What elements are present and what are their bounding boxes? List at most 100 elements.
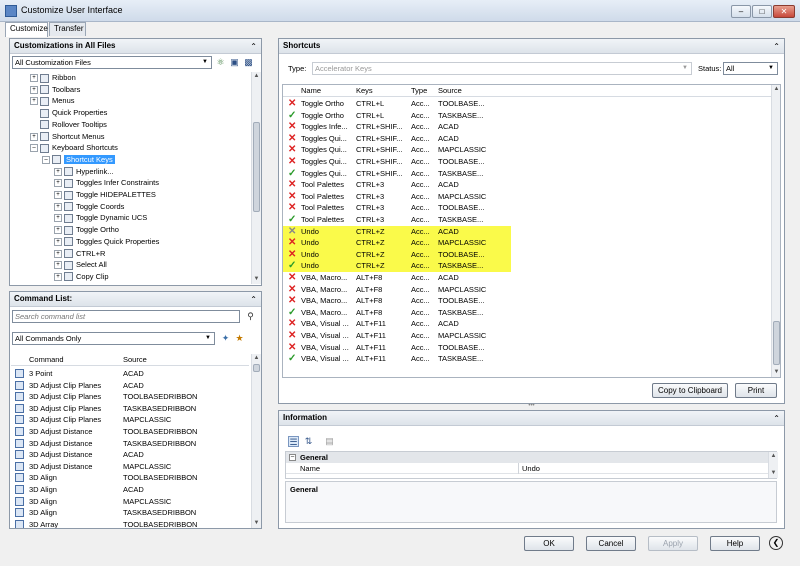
tree-item[interactable]: + Toggle Coords <box>54 201 124 213</box>
tree-item[interactable]: Rollover Tooltips <box>30 119 107 131</box>
column-type[interactable]: Type <box>411 85 427 97</box>
column-source[interactable]: Source <box>123 354 147 366</box>
scroll-down-icon[interactable]: ▼ <box>772 368 780 377</box>
shortcut-row[interactable]: ✕ Tool Palettes CTRL+3 Acc... ACAD <box>283 179 771 191</box>
expand-icon[interactable]: + <box>54 226 62 235</box>
status-combo[interactable]: All ▼ <box>723 62 778 75</box>
expand-icon[interactable]: + <box>54 167 62 176</box>
save-icon[interactable]: ▣ <box>229 57 240 68</box>
command-row[interactable]: 3D Align MAPCLASSIC <box>11 496 249 508</box>
property-scrollbar[interactable]: ▲ ▼ <box>768 452 778 478</box>
command-row[interactable]: 3D Adjust Distance MAPCLASSIC <box>11 461 249 473</box>
tab-customize[interactable]: Customize <box>5 22 48 37</box>
tree-scrollbar[interactable]: ▲ ▼ <box>251 72 261 284</box>
tree-item[interactable]: + Menus <box>30 95 75 107</box>
collapse-node-icon[interactable]: – <box>42 155 50 164</box>
scroll-up-icon[interactable]: ▲ <box>252 72 261 81</box>
command-scroll-thumb[interactable] <box>253 364 260 372</box>
tree-item[interactable]: + Toggle Ortho <box>54 224 119 236</box>
shortcut-row[interactable]: ✓ Undo CTRL+Z Acc... TASKBASE... <box>283 260 511 272</box>
collapse-icon[interactable]: ⌃ <box>773 40 780 54</box>
tab-transfer[interactable]: Transfer <box>49 22 86 36</box>
expand-icon[interactable]: + <box>54 179 62 188</box>
command-row[interactable]: 3 Point ACAD <box>11 368 249 380</box>
command-row[interactable]: 3D Adjust Distance ACAD <box>11 449 249 461</box>
command-row[interactable]: 3D Adjust Distance TASKBASEDRIBBON <box>11 438 249 450</box>
command-scrollbar[interactable]: ▲ ▼ <box>251 354 261 528</box>
shortcut-row[interactable]: ✕ VBA, Visual ... ALT+F11 Acc... TOOLBASE... <box>283 342 771 354</box>
scroll-down-icon[interactable]: ▼ <box>252 275 261 284</box>
collapse-section-icon[interactable]: – <box>289 454 296 461</box>
command-row[interactable]: 3D Align ACAD <box>11 484 249 496</box>
shortcut-row[interactable]: ✕ VBA, Macro... ALT+F8 Acc... TOOLBASE... <box>283 295 771 307</box>
tree-scroll-thumb[interactable] <box>253 122 260 212</box>
column-keys[interactable]: Keys <box>356 85 373 97</box>
preview-icon[interactable]: ▩ <box>243 57 254 68</box>
column-source[interactable]: Source <box>438 85 462 97</box>
shortcut-row[interactable]: ✓ VBA, Visual ... ALT+F11 Acc... TASKBASE... <box>283 353 771 365</box>
tree-item[interactable]: Quick Properties <box>30 107 107 119</box>
cancel-button[interactable]: Cancel <box>586 536 636 551</box>
scroll-down-icon[interactable]: ▼ <box>769 469 778 478</box>
command-row[interactable]: 3D Adjust Clip Planes MAPCLASSIC <box>11 414 249 426</box>
customization-file-combo[interactable]: All Customization Files ▼ <box>12 56 212 69</box>
tree-item[interactable]: – Keyboard Shortcuts <box>30 142 118 154</box>
collapse-icon[interactable]: ⌃ <box>250 293 257 307</box>
print-button[interactable]: Print <box>735 383 777 398</box>
shortcut-row[interactable]: ✓ Toggles Qui... CTRL+SHIF... Acc... TASKBAS… <box>283 168 771 180</box>
shortcut-row[interactable]: ✓ Tool Palettes CTRL+3 Acc... TASKBASE... <box>283 214 771 226</box>
scroll-up-icon[interactable]: ▲ <box>769 452 778 461</box>
shortcut-row[interactable]: ✕ Toggles Infe... CTRL+SHIF... Acc... ACAD <box>283 121 771 133</box>
expand-icon[interactable]: + <box>54 249 62 258</box>
shortcut-row[interactable]: ✕ Toggles Qui... CTRL+SHIF... Acc... ACAD <box>283 133 771 145</box>
command-row[interactable]: 3D Adjust Distance TOOLBASEDRIBBON <box>11 426 249 438</box>
shortcut-row[interactable]: ✓ VBA, Macro... ALT+F8 Acc... TASKBASE... <box>283 307 771 319</box>
shortcuts-scroll-thumb[interactable] <box>773 321 780 365</box>
tree-item[interactable]: + Hyperlink... <box>54 166 114 178</box>
shortcut-row[interactable]: ✕ Toggles Qui... CTRL+SHIF... Acc... TOOLBAS… <box>283 156 771 168</box>
command-row[interactable]: 3D Align TOOLBASEDRIBBON <box>11 472 249 484</box>
tree-item[interactable]: + Toggles Infer Constraints <box>54 177 159 189</box>
command-filter-combo[interactable]: All Commands Only ▼ <box>12 332 215 345</box>
tree-item[interactable]: + Toggle HIDEPALETTES <box>54 189 156 201</box>
command-row[interactable]: 3D Adjust Clip Planes TASKBASEDRIBBON <box>11 403 249 415</box>
shortcuts-scrollbar[interactable]: ▲ ▼ <box>771 85 780 377</box>
ok-button[interactable]: OK <box>524 536 574 551</box>
open-file-icon[interactable]: ⚛ <box>215 57 226 68</box>
column-command[interactable]: Command <box>29 354 64 366</box>
tree-item[interactable]: + Select All <box>54 259 107 271</box>
expand-icon[interactable]: + <box>54 202 62 211</box>
expand-icon[interactable]: + <box>54 272 62 281</box>
shortcut-row[interactable]: ✕ VBA, Macro... ALT+F8 Acc... ACAD <box>283 272 771 284</box>
minimize-button[interactable]: – <box>731 5 751 18</box>
shortcut-row[interactable]: ✕ VBA, Macro... ALT+F8 Acc... MAPCLASSIC <box>283 284 771 296</box>
collapse-icon[interactable]: ⌃ <box>773 412 780 426</box>
copy-to-clipboard-button[interactable]: Copy to Clipboard <box>652 383 728 398</box>
tree-item[interactable]: + Toolbars <box>30 84 80 96</box>
expand-icon[interactable]: + <box>54 191 62 200</box>
shortcut-row[interactable]: ✕ VBA, Visual ... ALT+F11 Acc... MAPCLASSIC <box>283 330 771 342</box>
close-button[interactable]: ✕ <box>773 5 795 18</box>
property-pages-icon[interactable]: ▤ <box>324 436 335 447</box>
column-name[interactable]: Name <box>301 85 321 97</box>
expand-icon[interactable]: + <box>54 214 62 223</box>
collapse-panes-icon[interactable]: ❮ <box>769 536 783 550</box>
shortcut-row[interactable]: ✕ Undo CTRL+Z Acc... TOOLBASE... <box>283 248 511 261</box>
command-row[interactable]: 3D Align TASKBASEDRIBBON <box>11 507 249 519</box>
shortcut-row[interactable]: ✕ Toggles Qui... CTRL+SHIF... Acc... MAPCLAS… <box>283 144 771 156</box>
expand-icon[interactable]: + <box>54 237 62 246</box>
shortcut-row[interactable]: ✕ VBA, Visual ... ALT+F11 Acc... ACAD <box>283 318 771 330</box>
shortcut-row[interactable]: ✕ Tool Palettes CTRL+3 Acc... MAPCLASSIC <box>283 191 771 203</box>
collapse-node-icon[interactable]: – <box>30 144 38 153</box>
shortcut-row[interactable]: ✕ Toggle Ortho CTRL+L Acc... TOOLBASE... <box>283 98 771 110</box>
search-icon[interactable]: ⚲ <box>245 311 256 322</box>
scroll-up-icon[interactable]: ▲ <box>252 354 261 363</box>
tree-item[interactable]: + Ribbon <box>30 72 76 84</box>
tree-item[interactable]: + Shortcut Menus <box>30 131 105 143</box>
expand-icon[interactable]: + <box>30 74 38 83</box>
command-row[interactable]: 3D Array TOOLBASEDRIBBON <box>11 519 249 528</box>
collapse-icon[interactable]: ⌃ <box>250 40 257 54</box>
tree-item[interactable]: + Toggle Dynamic UCS <box>54 212 147 224</box>
command-row[interactable]: 3D Adjust Clip Planes ACAD <box>11 380 249 392</box>
shortcut-row[interactable]: ✕ Tool Palettes CTRL+3 Acc... TOOLBASE... <box>283 202 771 214</box>
